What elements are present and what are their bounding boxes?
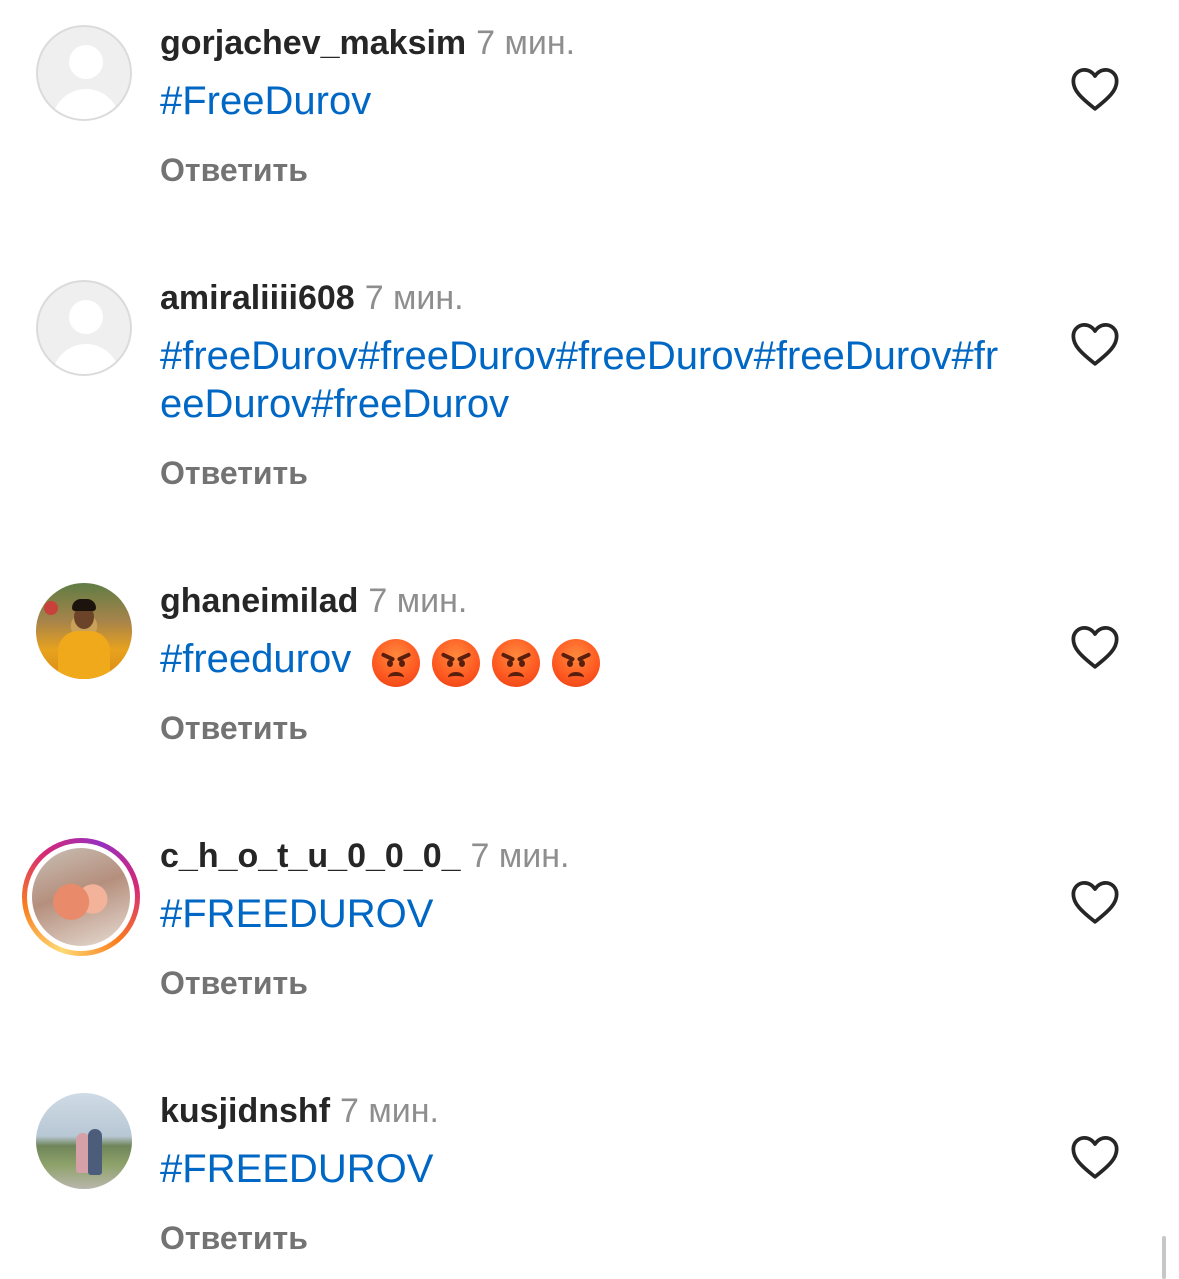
angry-face-icon	[492, 638, 541, 687]
comment-time: 7 мин.	[476, 24, 576, 62]
comment-text[interactable]: #FreeDurov	[160, 77, 1020, 125]
story-ring-avatar[interactable]	[22, 838, 140, 956]
comment-username[interactable]: kusjidnshf 7 мин.	[160, 1092, 439, 1131]
avatar[interactable]	[36, 1093, 132, 1189]
username-text[interactable]: gorjachev_maksim	[160, 24, 466, 62]
avatar[interactable]	[36, 583, 132, 679]
comment-username[interactable]: amiraliiii608 7 мин.	[160, 279, 464, 318]
username-text[interactable]: c_h_o_t_u_0_0_0_	[160, 837, 461, 875]
reply-button[interactable]: Ответить	[160, 455, 308, 492]
comment-text[interactable]: #freeDurov#freeDurov#freeDurov#freeDurov…	[160, 332, 1020, 428]
angry-face-icon	[372, 638, 421, 687]
avatar[interactable]	[36, 280, 132, 376]
comment-username[interactable]: gorjachev_maksim 7 мин.	[160, 24, 575, 63]
hashtag-text[interactable]: #freedurov	[160, 637, 351, 681]
comment-time: 7 мин.	[470, 837, 570, 875]
reply-button[interactable]: Ответить	[160, 1220, 308, 1257]
reply-button[interactable]: Ответить	[160, 710, 308, 747]
heart-outline-icon[interactable]	[1070, 624, 1120, 670]
comment-text[interactable]: #FREEDUROV	[160, 1145, 1020, 1193]
comment-time: 7 мин.	[340, 1092, 439, 1130]
comment-time: 7 мин.	[364, 279, 464, 317]
comment-time: 7 мин.	[368, 582, 468, 620]
heart-outline-icon[interactable]	[1070, 879, 1120, 925]
avatar[interactable]	[36, 25, 132, 121]
heart-outline-icon[interactable]	[1070, 321, 1120, 367]
heart-outline-icon[interactable]	[1070, 66, 1120, 112]
avatar	[32, 848, 130, 946]
angry-face-icon	[432, 638, 481, 687]
comment-username[interactable]: c_h_o_t_u_0_0_0_ 7 мин.	[160, 837, 570, 876]
reply-button[interactable]: Ответить	[160, 152, 308, 189]
username-text[interactable]: ghaneimilad	[160, 582, 358, 620]
comment-text[interactable]: #FREEDUROV	[160, 890, 1020, 938]
emoji-group	[372, 636, 612, 687]
username-text[interactable]: kusjidnshf	[160, 1092, 330, 1130]
comment-text[interactable]: #freedurov	[160, 635, 1020, 687]
reply-button[interactable]: Ответить	[160, 965, 308, 1002]
comment-username[interactable]: ghaneimilad 7 мин.	[160, 582, 467, 621]
heart-outline-icon[interactable]	[1070, 1134, 1120, 1180]
scrollbar[interactable]	[1162, 1236, 1166, 1279]
username-text[interactable]: amiraliiii608	[160, 279, 355, 317]
angry-face-icon	[552, 638, 601, 687]
